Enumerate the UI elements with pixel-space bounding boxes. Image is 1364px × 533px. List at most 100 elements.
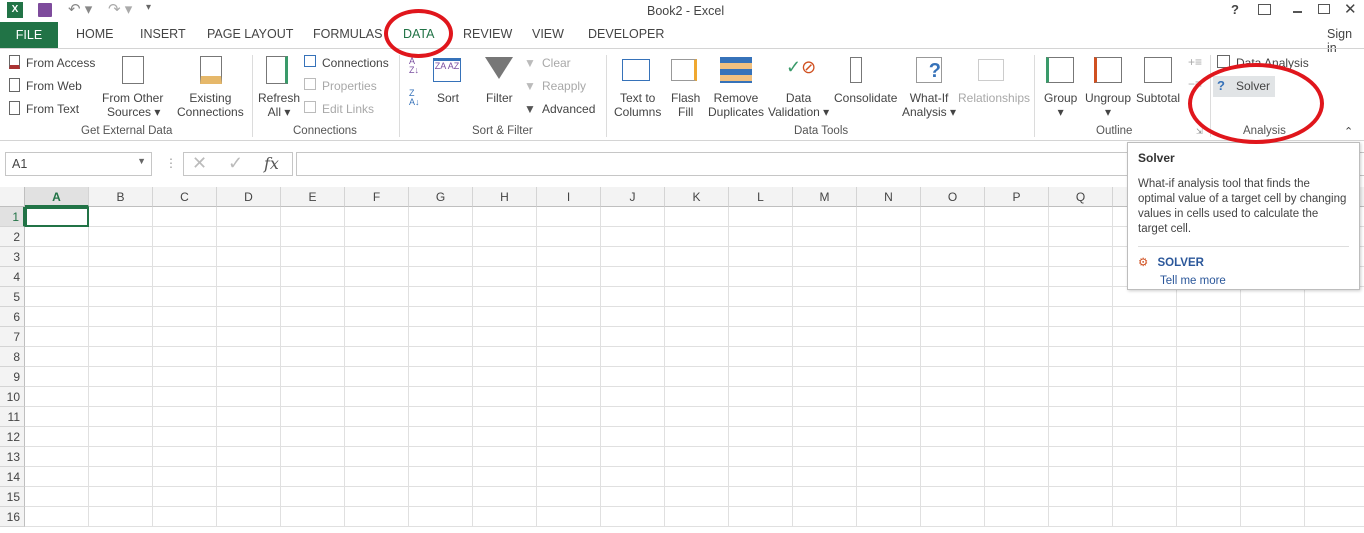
cell-P7[interactable]: [985, 327, 1049, 347]
cell-C15[interactable]: [153, 487, 217, 507]
cell-N14[interactable]: [857, 467, 921, 487]
cell-J2[interactable]: [601, 227, 665, 247]
cell-I13[interactable]: [537, 447, 601, 467]
cell-R6[interactable]: [1113, 307, 1177, 327]
cell-F15[interactable]: [345, 487, 409, 507]
cell-I10[interactable]: [537, 387, 601, 407]
cell-A8[interactable]: [25, 347, 89, 367]
cell-Q15[interactable]: [1049, 487, 1113, 507]
cell-E14[interactable]: [281, 467, 345, 487]
column-header-B[interactable]: B: [89, 187, 153, 207]
cell-F12[interactable]: [345, 427, 409, 447]
cell-A11[interactable]: [25, 407, 89, 427]
cell-E4[interactable]: [281, 267, 345, 287]
column-header-P[interactable]: P: [985, 187, 1049, 207]
cell-L11[interactable]: [729, 407, 793, 427]
cell-C4[interactable]: [153, 267, 217, 287]
cell-F8[interactable]: [345, 347, 409, 367]
cell-B6[interactable]: [89, 307, 153, 327]
cell-P13[interactable]: [985, 447, 1049, 467]
cell-M9[interactable]: [793, 367, 857, 387]
cell-Q1[interactable]: [1049, 207, 1113, 227]
cell-Q11[interactable]: [1049, 407, 1113, 427]
cell-S11[interactable]: [1177, 407, 1241, 427]
cell-H9[interactable]: [473, 367, 537, 387]
cell-P16[interactable]: [985, 507, 1049, 527]
cell-N15[interactable]: [857, 487, 921, 507]
cell-B11[interactable]: [89, 407, 153, 427]
clear-button[interactable]: Clear: [542, 56, 571, 70]
cell-K3[interactable]: [665, 247, 729, 267]
cell-P5[interactable]: [985, 287, 1049, 307]
cell-M8[interactable]: [793, 347, 857, 367]
cell-I7[interactable]: [537, 327, 601, 347]
cell-R5[interactable]: [1113, 287, 1177, 307]
cell-O10[interactable]: [921, 387, 985, 407]
cell-A1[interactable]: [25, 207, 89, 227]
cell-L7[interactable]: [729, 327, 793, 347]
row-header-1[interactable]: 1: [0, 207, 25, 227]
cell-E6[interactable]: [281, 307, 345, 327]
sort-button[interactable]: Sort: [437, 91, 459, 105]
cell-J4[interactable]: [601, 267, 665, 287]
cell-H5[interactable]: [473, 287, 537, 307]
cell-H10[interactable]: [473, 387, 537, 407]
cell-B9[interactable]: [89, 367, 153, 387]
cell-O3[interactable]: [921, 247, 985, 267]
column-header-Q[interactable]: Q: [1049, 187, 1113, 207]
cell-C11[interactable]: [153, 407, 217, 427]
cell-N2[interactable]: [857, 227, 921, 247]
cell-P4[interactable]: [985, 267, 1049, 287]
column-header-G[interactable]: G: [409, 187, 473, 207]
cell-M5[interactable]: [793, 287, 857, 307]
cell-J12[interactable]: [601, 427, 665, 447]
cell-H16[interactable]: [473, 507, 537, 527]
row-header-5[interactable]: 5: [0, 287, 25, 307]
cell-Q2[interactable]: [1049, 227, 1113, 247]
cell-J5[interactable]: [601, 287, 665, 307]
cell-G12[interactable]: [409, 427, 473, 447]
cell-C9[interactable]: [153, 367, 217, 387]
cell-O5[interactable]: [921, 287, 985, 307]
cell-E7[interactable]: [281, 327, 345, 347]
cell-T11[interactable]: [1241, 407, 1305, 427]
cell-U8[interactable]: [1305, 347, 1364, 367]
cell-O11[interactable]: [921, 407, 985, 427]
cell-D13[interactable]: [217, 447, 281, 467]
cell-B1[interactable]: [89, 207, 153, 227]
cell-L4[interactable]: [729, 267, 793, 287]
tab-home[interactable]: HOME: [76, 27, 114, 41]
show-detail-icon[interactable]: +≡: [1188, 55, 1202, 69]
cell-L3[interactable]: [729, 247, 793, 267]
cell-I5[interactable]: [537, 287, 601, 307]
sort-z-a-icon[interactable]: Z A↓: [409, 89, 420, 107]
ribbon-display-icon[interactable]: [1258, 4, 1271, 15]
cell-H11[interactable]: [473, 407, 537, 427]
cell-R12[interactable]: [1113, 427, 1177, 447]
cell-N9[interactable]: [857, 367, 921, 387]
cell-D6[interactable]: [217, 307, 281, 327]
cell-G8[interactable]: [409, 347, 473, 367]
row-header-7[interactable]: 7: [0, 327, 25, 347]
cell-R9[interactable]: [1113, 367, 1177, 387]
cell-S14[interactable]: [1177, 467, 1241, 487]
cell-F16[interactable]: [345, 507, 409, 527]
row-header-3[interactable]: 3: [0, 247, 25, 267]
cell-B4[interactable]: [89, 267, 153, 287]
cell-Q14[interactable]: [1049, 467, 1113, 487]
cell-A15[interactable]: [25, 487, 89, 507]
cell-A12[interactable]: [25, 427, 89, 447]
cell-J16[interactable]: [601, 507, 665, 527]
excel-logo-icon[interactable]: X: [7, 2, 23, 18]
cell-N6[interactable]: [857, 307, 921, 327]
flash-fill-button[interactable]: Flash Fill: [671, 91, 700, 119]
cell-H2[interactable]: [473, 227, 537, 247]
cell-N3[interactable]: [857, 247, 921, 267]
cell-R7[interactable]: [1113, 327, 1177, 347]
redo-icon[interactable]: ↷ ▾: [108, 0, 132, 18]
tab-file[interactable]: FILE: [0, 22, 58, 48]
cell-G1[interactable]: [409, 207, 473, 227]
column-header-J[interactable]: J: [601, 187, 665, 207]
cell-E8[interactable]: [281, 347, 345, 367]
cell-H6[interactable]: [473, 307, 537, 327]
